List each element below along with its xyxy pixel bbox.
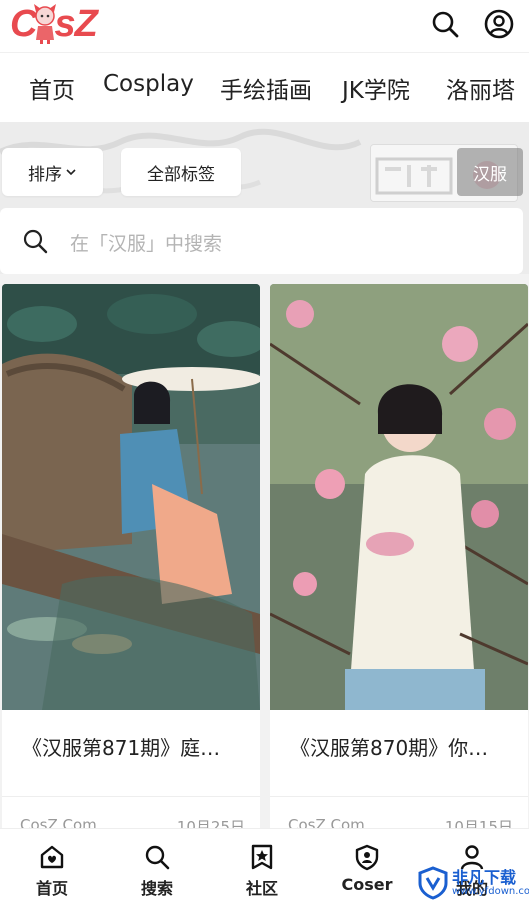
active-tag-label: 汉服 — [473, 164, 507, 185]
top-bar: C sZ — [0, 0, 529, 52]
nav-item-lolita[interactable]: 洛丽塔 — [446, 71, 515, 105]
category-nav: 首页 Cosplay 手绘插画 JK学院 洛丽塔 — [0, 52, 529, 122]
tab-community[interactable]: 社区 — [227, 843, 297, 899]
active-tag-chip[interactable]: 汉服 — [457, 148, 523, 196]
all-tags-button[interactable]: 全部标签 — [121, 148, 241, 196]
post-title[interactable]: 《汉服第871期》庭… — [22, 732, 242, 761]
all-tags-label: 全部标签 — [147, 164, 215, 185]
post-cover-image — [2, 284, 260, 710]
nav-item-illustration[interactable]: 手绘插画 — [220, 71, 312, 105]
card-divider — [270, 796, 528, 797]
user-icon[interactable] — [483, 8, 515, 40]
chevron-down-icon — [66, 169, 76, 176]
nav-item-home[interactable]: 首页 — [29, 71, 75, 105]
coser-icon — [355, 844, 379, 871]
home-icon — [40, 845, 64, 869]
logo-text-right: sZ — [54, 2, 97, 45]
tab-coser[interactable]: Coser — [332, 843, 402, 894]
shield-logo-icon — [418, 866, 448, 900]
sort-label: 排序 — [28, 164, 62, 185]
app-logo[interactable]: C sZ — [10, 2, 98, 45]
search-icon[interactable] — [429, 8, 461, 40]
search-icon — [23, 229, 48, 254]
post-title[interactable]: 《汉服第870期》你… — [290, 732, 510, 761]
watermark-text: 非凡下载 — [452, 867, 517, 887]
post-cover-image — [270, 284, 528, 710]
nav-item-cosplay[interactable]: Cosplay — [103, 71, 194, 97]
nav-item-jk[interactable]: JK学院 — [342, 71, 410, 105]
search-placeholder: 在「汉服」中搜索 — [70, 233, 223, 255]
sort-button[interactable]: 排序 — [2, 148, 103, 196]
watermark-url: www.yfdown.com — [452, 885, 529, 897]
tab-search[interactable]: 搜索 — [122, 843, 192, 899]
post-card[interactable]: 《汉服第870期》你… CosZ.Com 10月15日 — [270, 284, 528, 844]
tab-label: 社区 — [245, 879, 278, 898]
tab-home[interactable]: 首页 — [17, 843, 87, 899]
tag-search-field[interactable]: 在「汉服」中搜索 — [0, 208, 523, 274]
site-watermark: 非凡下载 www.yfdown.com — [418, 866, 529, 900]
post-card[interactable]: 《汉服第871期》庭… CosZ.Com 10月25日 — [2, 284, 260, 844]
search-icon — [145, 845, 170, 870]
tab-label: 首页 — [35, 879, 68, 898]
community-icon — [251, 844, 273, 870]
tab-label: 搜索 — [140, 879, 173, 898]
tab-label: Coser — [341, 875, 393, 894]
card-divider — [2, 796, 260, 797]
